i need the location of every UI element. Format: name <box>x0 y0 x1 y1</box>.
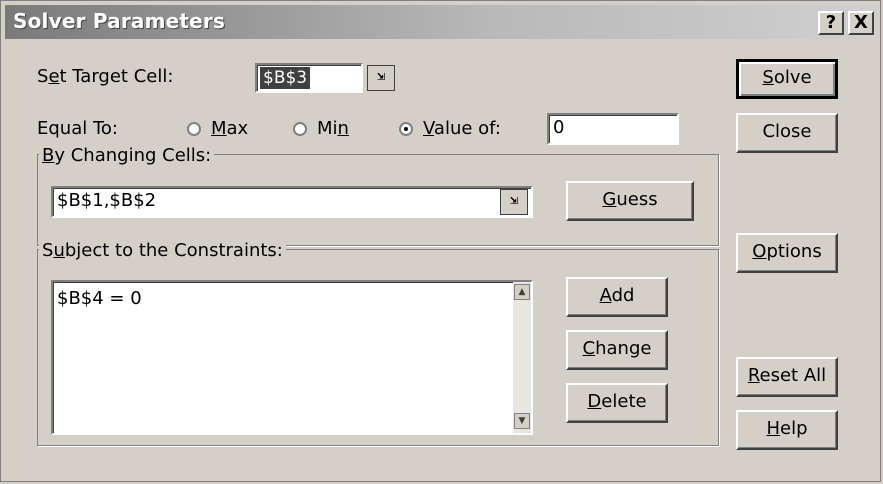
target-cell-input[interactable]: $B$3 <box>255 63 363 93</box>
help-title-button[interactable]: ? <box>818 11 844 35</box>
add-button[interactable]: Add <box>566 277 668 317</box>
change-button[interactable]: Change <box>566 330 668 370</box>
min-radio[interactable] <box>293 122 307 136</box>
max-label: Max <box>211 118 249 139</box>
changing-ref-collapse-icon[interactable]: ⇲ <box>500 189 528 215</box>
window-title: Solver Parameters <box>13 9 226 33</box>
equal-to-label: Equal To: <box>37 118 118 139</box>
changing-cells-input[interactable]: $B$1,$B$2 <box>51 186 533 218</box>
close-title-button[interactable]: X <box>848 11 874 35</box>
guess-button[interactable]: Guess <box>566 181 694 221</box>
scroll-up-icon[interactable]: ▲ <box>514 284 530 300</box>
constraints-list[interactable]: $B$4 = 0 ▲ ▼ <box>51 280 533 435</box>
value-of-label: Value of: <box>423 118 501 139</box>
constraints-group-title: Subject to the Constraints: <box>39 240 286 261</box>
reset-all-button[interactable]: Reset All <box>736 357 838 397</box>
target-ref-collapse-icon[interactable]: ⇲ <box>367 65 395 91</box>
min-label: Min <box>317 118 349 139</box>
title-bar[interactable]: Solver Parameters ? X <box>5 5 878 39</box>
constraint-item[interactable]: $B$4 = 0 <box>57 288 142 309</box>
help-button[interactable]: Help <box>736 410 838 450</box>
set-target-cell-label: Set Target Cell: <box>37 66 174 87</box>
max-radio[interactable] <box>187 122 201 136</box>
solve-button[interactable]: Solve <box>736 59 838 99</box>
delete-button[interactable]: Delete <box>566 383 668 423</box>
close-button[interactable]: Close <box>736 113 838 153</box>
changing-cells-group-title: By Changing Cells: <box>39 145 215 166</box>
constraints-scrollbar[interactable]: ▲ ▼ <box>513 282 531 433</box>
scroll-down-icon[interactable]: ▼ <box>514 413 530 429</box>
options-button[interactable]: Options <box>736 233 838 273</box>
value-of-input[interactable]: 0 <box>547 113 679 145</box>
target-cell-value: $B$3 <box>260 67 311 89</box>
value-of-radio[interactable] <box>399 122 413 136</box>
solver-parameters-dialog: Solver Parameters ? X Set Target Cell: $… <box>0 0 881 482</box>
